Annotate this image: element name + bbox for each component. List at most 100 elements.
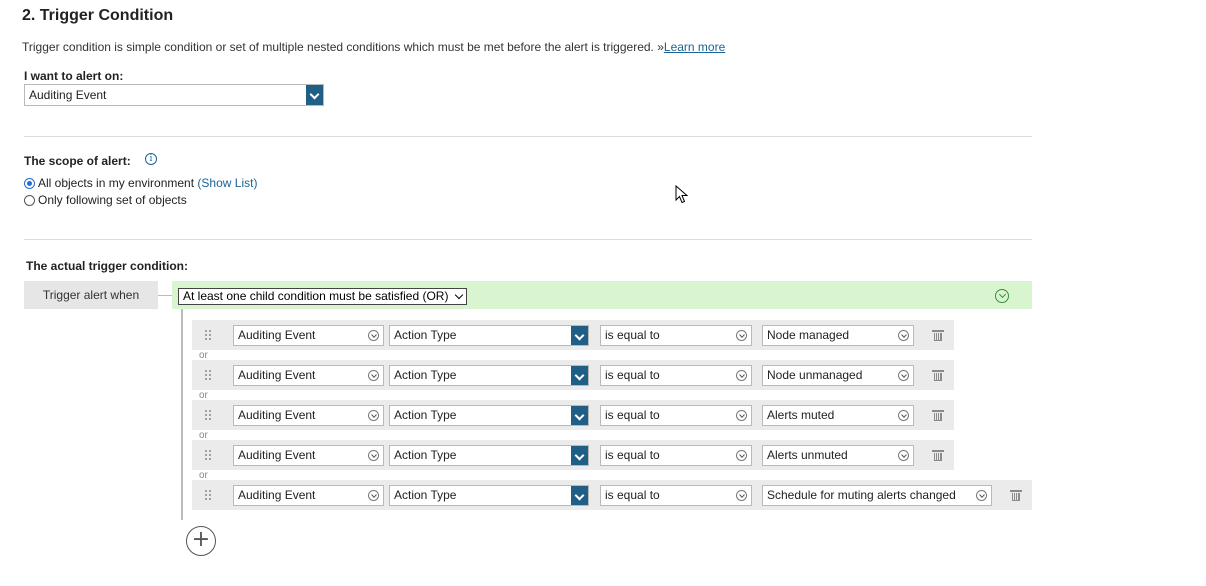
drag-handle-icon[interactable]	[204, 329, 211, 341]
condition-value-select[interactable]: Node managed	[762, 325, 914, 346]
description-text: Trigger condition is simple condition or…	[22, 40, 664, 54]
condition-object-value: Auditing Event	[238, 368, 316, 382]
condition-operator-select[interactable]: is equal to	[600, 405, 752, 426]
condition-row: Auditing Event Action Type is equal to N…	[192, 360, 954, 390]
chevron-down-icon	[368, 330, 379, 341]
condition-value-select[interactable]: Alerts muted	[762, 405, 914, 426]
radio-following-objects[interactable]	[24, 194, 35, 206]
condition-field-value: Action Type	[394, 448, 457, 462]
alert-on-value: Auditing Event	[29, 88, 107, 102]
delete-condition-icon[interactable]	[1010, 489, 1022, 501]
condition-operator-select[interactable]: is equal to	[600, 365, 752, 386]
alert-on-label: I want to alert on:	[24, 69, 124, 83]
drag-handle-icon[interactable]	[204, 449, 211, 461]
tree-connector	[181, 309, 183, 520]
condition-field-value: Action Type	[394, 368, 457, 382]
chevron-down-icon	[368, 370, 379, 381]
info-icon[interactable]: i	[145, 153, 157, 165]
chevron-down-icon	[736, 330, 747, 341]
condition-row: Auditing Event Action Type is equal to S…	[192, 480, 1032, 510]
condition-operator-value: is equal to	[605, 328, 660, 342]
condition-value-value: Node managed	[767, 328, 850, 342]
condition-row: Auditing Event Action Type is equal to A…	[192, 400, 954, 430]
drag-handle-icon[interactable]	[204, 369, 211, 381]
chevron-down-icon	[454, 290, 464, 300]
chevron-down-icon	[571, 406, 588, 425]
chevron-down-icon	[898, 450, 909, 461]
group-logic-value: At least one child condition must be sat…	[183, 289, 449, 303]
condition-value-value: Alerts unmuted	[767, 448, 848, 462]
condition-operator-value: is equal to	[605, 368, 660, 382]
delete-condition-icon[interactable]	[932, 369, 944, 381]
chevron-down-icon	[736, 370, 747, 381]
condition-object-value: Auditing Event	[238, 488, 316, 502]
scope-option-all-label: All objects in my environment	[38, 176, 195, 190]
scope-option-following[interactable]: Only following set of objects	[24, 193, 187, 207]
chevron-down-icon	[898, 330, 909, 341]
chevron-down-icon	[571, 446, 588, 465]
condition-value-select[interactable]: Schedule for muting alerts changed	[762, 485, 992, 506]
drag-handle-icon[interactable]	[204, 489, 211, 501]
chevron-down-icon	[736, 450, 747, 461]
collapse-group-icon[interactable]	[995, 289, 1009, 303]
delete-condition-icon[interactable]	[932, 449, 944, 461]
condition-value-value: Node unmanaged	[767, 368, 863, 382]
condition-value-select[interactable]: Node unmanaged	[762, 365, 914, 386]
alert-on-select[interactable]: Auditing Event	[24, 84, 324, 106]
divider	[24, 239, 1032, 240]
condition-value-value: Alerts muted	[767, 408, 835, 422]
condition-field-select[interactable]: Action Type	[389, 485, 589, 506]
condition-field-select[interactable]: Action Type	[389, 445, 589, 466]
chevron-down-icon	[368, 490, 379, 501]
trigger-condition-label: The actual trigger condition:	[26, 259, 189, 273]
radio-all-objects[interactable]	[24, 177, 35, 189]
page-title: 2. Trigger Condition	[22, 7, 174, 24]
condition-operator-select[interactable]: is equal to	[600, 325, 752, 346]
condition-operator-value: is equal to	[605, 488, 660, 502]
add-condition-button[interactable]: +	[186, 526, 216, 556]
chevron-down-icon	[976, 490, 987, 501]
condition-object-select[interactable]: Auditing Event	[233, 405, 384, 426]
chevron-down-icon	[368, 450, 379, 461]
condition-value-value: Schedule for muting alerts changed	[767, 488, 956, 502]
divider	[24, 136, 1032, 137]
drag-handle-icon[interactable]	[204, 409, 211, 421]
condition-field-select[interactable]: Action Type	[389, 325, 589, 346]
condition-value-select[interactable]: Alerts unmuted	[762, 445, 914, 466]
condition-row: Auditing Event Action Type is equal to A…	[192, 440, 954, 470]
show-list-link[interactable]: (Show List)	[197, 176, 257, 190]
scope-option-following-label: Only following set of objects	[38, 193, 187, 207]
condition-field-select[interactable]: Action Type	[389, 365, 589, 386]
chevron-down-icon	[571, 326, 588, 345]
condition-object-value: Auditing Event	[238, 408, 316, 422]
scope-label: The scope of alert:	[24, 154, 131, 168]
delete-condition-icon[interactable]	[932, 329, 944, 341]
condition-object-value: Auditing Event	[238, 328, 316, 342]
scope-option-all[interactable]: All objects in my environment (Show List…	[24, 176, 257, 190]
chevron-down-icon	[898, 410, 909, 421]
condition-operator-select[interactable]: is equal to	[600, 485, 752, 506]
chevron-down-icon	[736, 410, 747, 421]
delete-condition-icon[interactable]	[932, 409, 944, 421]
chevron-down-icon	[898, 370, 909, 381]
chevron-down-icon	[306, 85, 323, 105]
condition-operator-value: is equal to	[605, 408, 660, 422]
condition-operator-select[interactable]: is equal to	[600, 445, 752, 466]
group-logic-select[interactable]: At least one child condition must be sat…	[178, 288, 467, 305]
condition-object-value: Auditing Event	[238, 448, 316, 462]
condition-object-select[interactable]: Auditing Event	[233, 365, 384, 386]
chevron-down-icon	[571, 366, 588, 385]
condition-row: Auditing Event Action Type is equal to N…	[192, 320, 954, 350]
learn-more-link[interactable]: Learn more	[664, 40, 725, 54]
trigger-when-label: Trigger alert when	[24, 281, 158, 309]
trigger-description: Trigger condition is simple condition or…	[22, 40, 725, 54]
mouse-cursor-icon	[675, 185, 689, 204]
condition-object-select[interactable]: Auditing Event	[233, 445, 384, 466]
condition-object-select[interactable]: Auditing Event	[233, 325, 384, 346]
condition-object-select[interactable]: Auditing Event	[233, 485, 384, 506]
condition-field-select[interactable]: Action Type	[389, 405, 589, 426]
tree-connector	[158, 295, 172, 296]
condition-field-value: Action Type	[394, 488, 457, 502]
chevron-down-icon	[368, 410, 379, 421]
chevron-down-icon	[571, 486, 588, 505]
